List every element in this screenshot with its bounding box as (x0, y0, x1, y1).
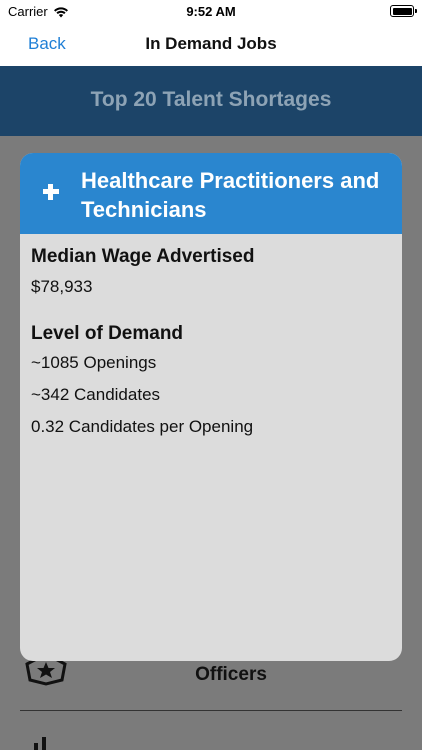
median-wage-heading: Median Wage Advertised (31, 246, 255, 267)
openings-value: ~1085 Openings (31, 353, 157, 372)
list-item-label[interactable]: Officers (0, 664, 422, 686)
header-banner: Top 20 Talent Shortages (0, 66, 422, 136)
screen: Carrier 9:52 AM Back In Demand Jobs Top … (0, 0, 422, 750)
candidates-value: ~342 Candidates (31, 385, 161, 404)
navigation-bar: Back In Demand Jobs (0, 24, 422, 66)
status-bar: Carrier 9:52 AM (0, 0, 422, 24)
list-divider (20, 710, 402, 711)
status-time: 9:52 AM (186, 4, 236, 19)
card-header: Healthcare Practitioners and Technicians (20, 153, 402, 234)
nav-title: In Demand Jobs (145, 34, 277, 53)
battery-icon (390, 5, 417, 17)
level-of-demand-heading: Level of Demand (31, 323, 184, 344)
job-detail-card: Healthcare Practitioners and Technicians… (20, 153, 402, 661)
banner-title: Top 20 Talent Shortages (90, 88, 332, 111)
chart-icon (34, 737, 46, 750)
candidates-per-opening-value: 0.32 Candidates per Opening (31, 417, 254, 436)
card-title: Healthcare Practitioners and Technicians (81, 168, 380, 222)
median-wage-value: $78,933 (31, 277, 93, 296)
plus-icon (42, 183, 60, 201)
